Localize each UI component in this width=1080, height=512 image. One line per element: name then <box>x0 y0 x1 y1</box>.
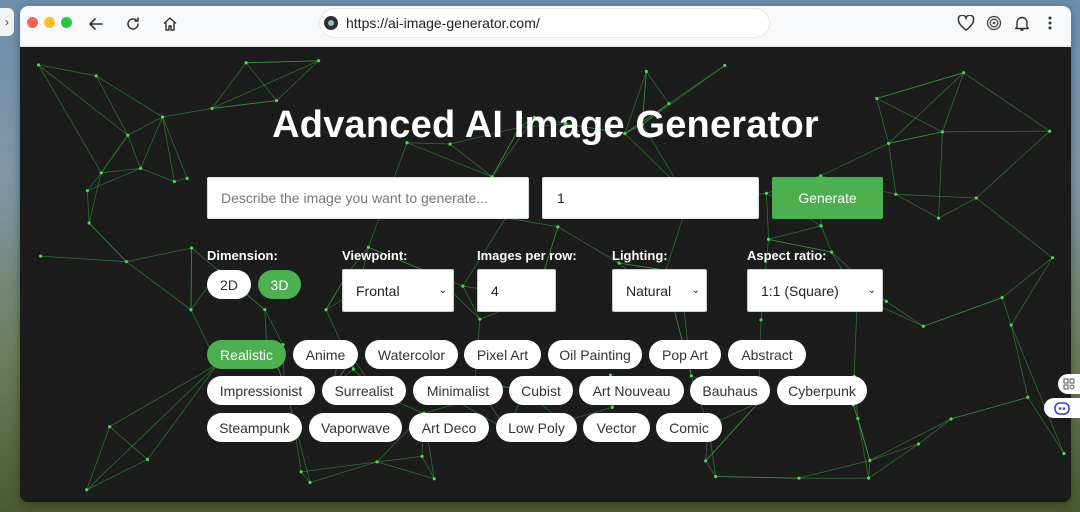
aspect-ratio-select[interactable]: 1:1 (Square) ⌄ <box>747 269 883 312</box>
style-cubist[interactable]: Cubist <box>509 376 573 405</box>
reload-icon[interactable] <box>120 11 146 37</box>
style-steampunk[interactable]: Steampunk <box>207 413 302 442</box>
style-comic[interactable]: Comic <box>656 413 722 442</box>
extension-grid-icon[interactable] <box>1058 374 1080 394</box>
site-info-icon[interactable] <box>324 16 338 30</box>
bell-icon[interactable] <box>1011 11 1033 35</box>
image-count-input[interactable] <box>542 177 759 219</box>
style-bauhaus[interactable]: Bauhaus <box>690 376 770 405</box>
chevron-down-icon: ⌄ <box>691 285 700 296</box>
back-arrow-icon[interactable] <box>83 11 109 37</box>
page-viewport: Advanced AI Image Generator Generate Dim… <box>20 47 1071 502</box>
lighting-label: Lighting: <box>612 248 668 263</box>
style-realistic[interactable]: Realistic <box>207 340 286 369</box>
style-minimalist[interactable]: Minimalist <box>413 376 503 405</box>
spiral-icon[interactable] <box>983 11 1005 35</box>
generate-button[interactable]: Generate <box>772 177 883 219</box>
url-text: https://ai-image-generator.com/ <box>346 15 540 31</box>
style-oil-painting[interactable]: Oil Painting <box>548 340 642 369</box>
dimension-3d-button[interactable]: 3D <box>258 270 301 299</box>
browser-window: https://ai-image-generator.com/ Advanced… <box>20 6 1071 502</box>
images-per-row-value: 4 <box>491 282 499 299</box>
chevron-down-icon: ⌄ <box>867 285 876 296</box>
style-anime[interactable]: Anime <box>293 340 358 369</box>
chevron-down-icon: ⌄ <box>438 285 447 296</box>
style-vaporwave[interactable]: Vaporwave <box>309 413 402 442</box>
style-cyberpunk[interactable]: Cyberpunk <box>777 376 867 405</box>
images-per-row-label: Images per row: <box>477 248 577 263</box>
viewpoint-select[interactable]: Frontal ⌄ <box>342 269 454 312</box>
aspect-ratio-value: 1:1 (Square) <box>761 282 839 299</box>
images-per-row-input[interactable]: 4 <box>477 269 556 312</box>
heart-icon[interactable] <box>955 11 977 35</box>
close-window-button[interactable] <box>27 17 38 28</box>
more-vert-icon[interactable] <box>1039 11 1061 35</box>
style-vector[interactable]: Vector <box>583 413 650 442</box>
generator-panel: Advanced AI Image Generator Generate Dim… <box>20 47 1071 502</box>
toolbar-actions <box>955 11 1061 35</box>
viewpoint-label: Viewpoint: <box>342 248 408 263</box>
style-surrealist[interactable]: Surrealist <box>322 376 406 405</box>
address-bar[interactable]: https://ai-image-generator.com/ <box>320 9 769 37</box>
robot-icon[interactable] <box>1044 398 1080 418</box>
dimension-2d-button[interactable]: 2D <box>207 270 251 299</box>
page-title: Advanced AI Image Generator <box>272 104 819 146</box>
style-watercolor[interactable]: Watercolor <box>365 340 458 369</box>
maximize-window-button[interactable] <box>61 17 72 28</box>
viewpoint-value: Frontal <box>356 282 400 299</box>
lighting-value: Natural <box>626 282 672 299</box>
style-pop-art[interactable]: Pop Art <box>649 340 721 369</box>
minimize-window-button[interactable] <box>44 17 55 28</box>
dimension-label: Dimension: <box>207 248 278 263</box>
style-pixel-art[interactable]: Pixel Art <box>464 340 541 369</box>
browser-toolbar: https://ai-image-generator.com/ <box>20 6 1071 47</box>
lighting-select[interactable]: Natural ⌄ <box>612 269 707 312</box>
style-impressionist[interactable]: Impressionist <box>207 376 315 405</box>
side-panel-tab[interactable]: › <box>0 8 14 36</box>
aspect-ratio-label: Aspect ratio: <box>747 248 827 263</box>
home-icon[interactable] <box>157 11 183 37</box>
style-abstract[interactable]: Abstract <box>728 340 806 369</box>
style-art-deco[interactable]: Art Deco <box>409 413 489 442</box>
prompt-input[interactable] <box>207 177 529 219</box>
style-low-poly[interactable]: Low Poly <box>496 413 577 442</box>
style-art-nouveau[interactable]: Art Nouveau <box>579 376 684 405</box>
